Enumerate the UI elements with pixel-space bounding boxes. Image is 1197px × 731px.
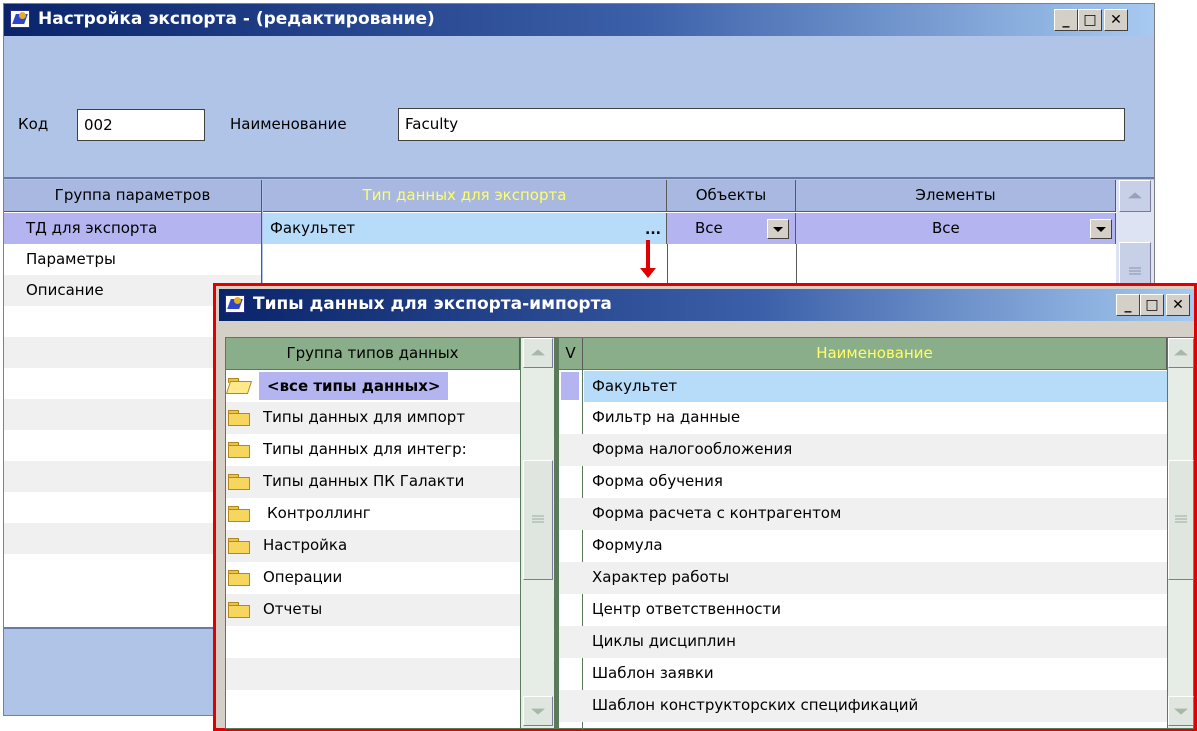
maximize-button[interactable]: □	[1078, 9, 1102, 31]
column-header-data-type[interactable]: Тип данных для экспорта	[263, 180, 667, 212]
groups-scroll-down-button[interactable]	[523, 696, 553, 726]
app-icon	[10, 10, 30, 28]
group-item-import-types[interactable]: Типы данных для импорт	[226, 402, 520, 434]
items-scroll-thumb[interactable]	[1168, 460, 1194, 580]
param-group-header: Группа параметров	[4, 180, 262, 212]
data-type-item[interactable]: Фильтр на данные	[584, 402, 1167, 434]
popup-window-title: Типы данных для экспорта-импорта	[253, 294, 612, 314]
folder-icon	[228, 442, 250, 458]
folder-icon	[228, 506, 250, 522]
popup-maximize-button[interactable]: □	[1140, 294, 1164, 316]
group-item-all-label: <все типы данных>	[259, 372, 449, 400]
data-type-item[interactable]: Характер работы	[584, 562, 1167, 594]
objects-select-value: Все	[695, 219, 723, 237]
group-item-reports[interactable]: Отчеты	[226, 594, 520, 626]
scroll-up-button[interactable]	[1119, 180, 1151, 212]
v-column-divider	[582, 370, 583, 730]
data-type-cell[interactable]: Факультет	[263, 213, 667, 244]
v-column-header[interactable]: V	[559, 338, 583, 370]
name-field[interactable]: Faculty	[398, 108, 1125, 141]
items-scrollbar[interactable]	[1167, 338, 1194, 728]
ellipsis-button[interactable]: ...	[641, 222, 665, 242]
data-type-item[interactable]: Форма обучения	[584, 466, 1167, 498]
elements-select-value: Все	[932, 219, 960, 237]
code-field[interactable]: 002	[77, 109, 205, 141]
chevron-down-icon	[1096, 227, 1106, 232]
group-row-bg	[226, 658, 520, 690]
items-scroll-down-button[interactable]	[1168, 696, 1194, 726]
groups-scrollbar[interactable]	[520, 338, 554, 728]
folder-icon	[228, 602, 250, 618]
groups-scroll-thumb[interactable]	[523, 460, 553, 580]
folder-icon	[228, 570, 250, 586]
group-item-label: Контроллинг	[267, 504, 371, 522]
code-label: Код	[18, 115, 49, 133]
group-item-label: Типы данных для интегр:	[263, 440, 467, 458]
column-header-objects[interactable]: Объекты	[667, 180, 796, 212]
data-type-item[interactable]: Формула	[584, 530, 1167, 562]
v-marker-selected	[561, 372, 579, 400]
items-scroll-up-button[interactable]	[1168, 338, 1194, 368]
group-item-all[interactable]: <все типы данных>	[225, 370, 520, 402]
data-type-item[interactable]: Циклы дисциплин	[584, 626, 1167, 658]
popup-app-icon	[225, 295, 245, 313]
form-separator	[4, 177, 1154, 179]
objects-dropdown-button[interactable]	[767, 219, 789, 239]
group-item-integration-types[interactable]: Типы данных для интегр:	[226, 434, 520, 466]
group-item-settings[interactable]: Настройка	[226, 530, 520, 562]
ellipsis-text: ...	[645, 222, 661, 238]
popup-close-button[interactable]: ✕	[1166, 294, 1190, 316]
folder-icon	[228, 538, 250, 554]
name-column-header[interactable]: Наименование	[583, 338, 1167, 370]
group-item-controlling[interactable]: Контроллинг	[226, 498, 520, 530]
data-type-item[interactable]: Форма налогообложения	[584, 434, 1167, 466]
close-button[interactable]: ✕	[1104, 9, 1128, 31]
type-groups-pane: Группа типов данных <все типы данных> Ти…	[225, 337, 555, 729]
group-item-label: Типы данных ПК Галакти	[263, 472, 465, 490]
data-type-item[interactable]: Шаблон заявки	[584, 658, 1167, 690]
name-label: Наименование	[230, 115, 347, 133]
groups-scroll-up-button[interactable]	[523, 338, 553, 368]
popup-minimize-button[interactable]: _	[1116, 294, 1140, 316]
data-type-item[interactable]: Факультет	[584, 371, 1167, 402]
type-groups-header[interactable]: Группа типов данных	[226, 338, 520, 370]
column-header-elements[interactable]: Элементы	[796, 180, 1116, 212]
pointer-arrowhead	[640, 268, 656, 278]
data-type-item[interactable]: Шаблон конструкторских спецификаций	[584, 690, 1167, 722]
param-group-item-params[interactable]: Параметры	[4, 244, 261, 275]
group-item-operations[interactable]: Операции	[226, 562, 520, 594]
group-item-label: Отчеты	[263, 600, 323, 618]
main-titlebar[interactable]: Настройка экспорта - (редактирование)	[4, 4, 1154, 36]
popup-titlebar[interactable]: Типы данных для экспорта-импорта	[219, 289, 1194, 321]
open-folder-icon	[225, 378, 253, 394]
data-types-window: Типы данных для экспорта-импорта _ □ ✕ Г…	[213, 283, 1197, 731]
group-item-label: Типы данных для импорт	[263, 408, 466, 426]
group-item-galaktika-types[interactable]: Типы данных ПК Галакти	[226, 466, 520, 498]
objects-select[interactable]: Все	[667, 213, 796, 244]
data-types-pane: V Наименование Факультет Фильтр на данны…	[558, 337, 1194, 730]
folder-icon	[228, 474, 250, 490]
elements-dropdown-button[interactable]	[1090, 219, 1112, 239]
minimize-button[interactable]: _	[1054, 9, 1078, 31]
main-window-title: Настройка экспорта - (редактирование)	[38, 9, 435, 29]
folder-icon	[228, 410, 250, 426]
chevron-down-icon	[773, 227, 783, 232]
param-group-item-export-type[interactable]: ТД для экспорта	[4, 213, 261, 244]
group-item-label: Настройка	[263, 536, 348, 554]
group-item-label: Операции	[263, 568, 343, 586]
elements-select[interactable]: Все	[796, 213, 1116, 244]
data-type-item[interactable]: Форма расчета с контрагентом	[584, 498, 1167, 530]
data-type-item[interactable]: Центр ответственности	[584, 594, 1167, 626]
